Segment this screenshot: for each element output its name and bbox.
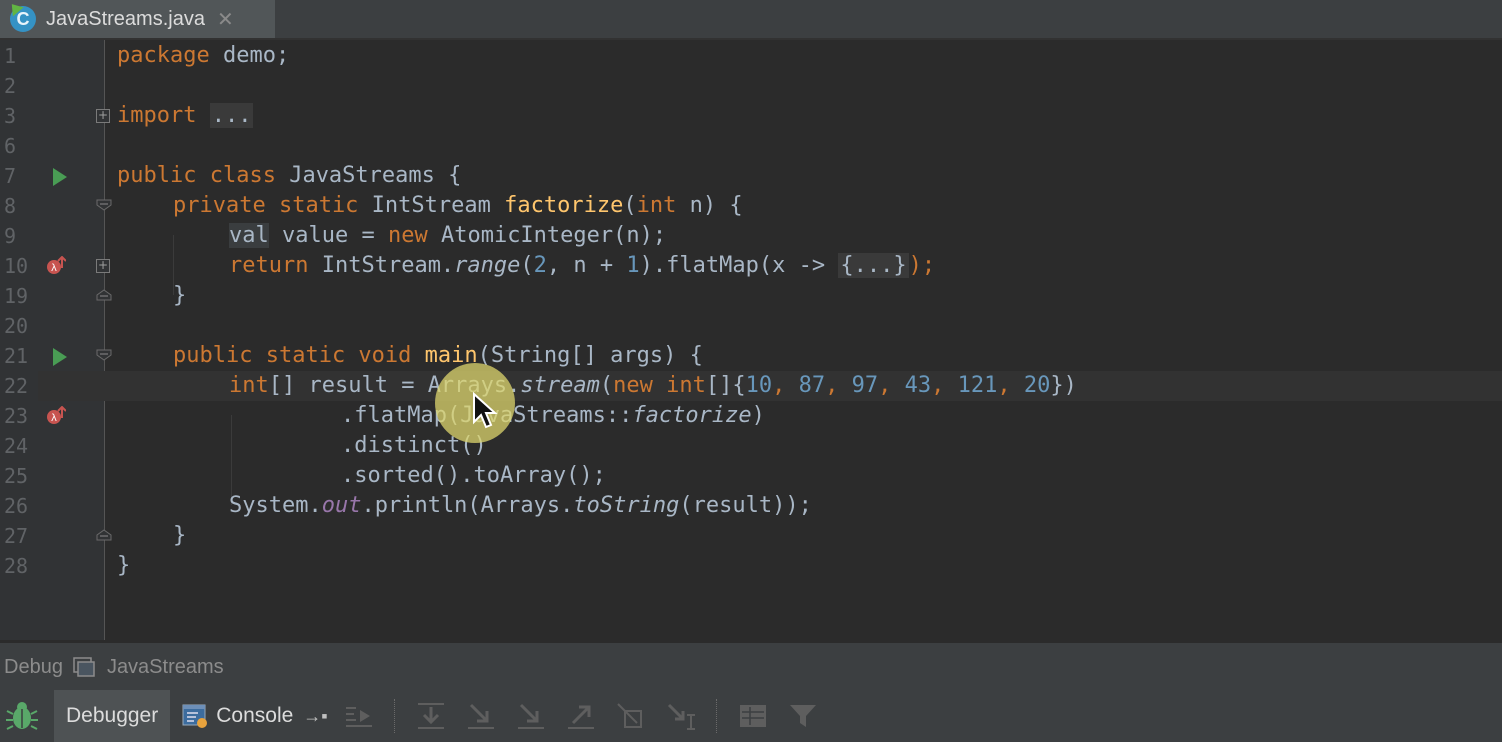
debug-toolbar: Debugger Console →▪ xyxy=(0,690,1502,742)
tab-console[interactable]: Console →▪ xyxy=(176,690,333,742)
line-number: 24 xyxy=(4,434,29,458)
line-number: 2 xyxy=(4,74,17,98)
line-number: 6 xyxy=(4,134,17,158)
code-line-current: 22 int[] result = Arrays.stream(new int[… xyxy=(0,371,1502,401)
run-to-cursor-icon[interactable] xyxy=(663,698,699,734)
code-line: 25 .sorted().toArray(); xyxy=(0,461,1502,491)
line-number: 8 xyxy=(4,194,17,218)
fold-end-icon[interactable] xyxy=(96,529,112,541)
fold-collapse-icon[interactable] xyxy=(96,199,112,211)
folded-lambda[interactable]: {...} xyxy=(838,253,909,278)
console-icon xyxy=(182,704,208,728)
step-into-icon[interactable] xyxy=(463,698,499,734)
line-number: 26 xyxy=(4,494,29,518)
filter-icon[interactable] xyxy=(785,698,821,734)
tab-label: JavaStreams.java xyxy=(46,7,205,30)
step-out-icon[interactable] xyxy=(563,698,599,734)
line-number: 21 xyxy=(4,344,29,368)
lambda-breakpoint-icon[interactable]: λ xyxy=(46,256,66,276)
run-icon[interactable] xyxy=(53,348,67,366)
step-over-icon[interactable] xyxy=(413,698,449,734)
debug-session-tab[interactable]: JavaStreams xyxy=(107,656,224,679)
code-line: 2 xyxy=(0,71,1502,101)
code-line: 21 public static void main(String[] args… xyxy=(0,341,1502,371)
mouse-pointer-icon xyxy=(473,392,498,429)
line-number: 27 xyxy=(4,524,29,548)
code-line: 1 package demo; xyxy=(0,41,1502,71)
line-number: 28 xyxy=(4,554,29,578)
force-step-into-icon[interactable] xyxy=(513,698,549,734)
java-class-icon: C xyxy=(10,6,36,32)
line-number: 10 xyxy=(4,254,29,278)
code-line: 23 λ .flatMap(JavaStreams::factorize) xyxy=(0,401,1502,431)
lambda-breakpoint-icon[interactable]: λ xyxy=(46,406,66,426)
run-icon[interactable] xyxy=(53,168,67,186)
fold-end-icon[interactable] xyxy=(96,289,112,301)
line-number: 9 xyxy=(4,224,17,248)
fold-collapse-icon[interactable] xyxy=(96,349,112,361)
line-number: 1 xyxy=(4,44,17,68)
pin-tab-icon[interactable]: →▪ xyxy=(303,706,327,727)
svg-text:λ: λ xyxy=(51,263,57,274)
editor-tab-bar: C JavaStreams.java ✕ xyxy=(0,0,1502,40)
toolbar-separator xyxy=(393,699,396,733)
code-editor[interactable]: 1 package demo; 2 3 + import ... 6 7 pub… xyxy=(0,40,1502,640)
drop-frame-icon[interactable] xyxy=(613,698,649,734)
code-line: 8 private static IntStream factorize(int… xyxy=(0,191,1502,221)
svg-text:λ: λ xyxy=(51,413,57,424)
code-line: 6 xyxy=(0,131,1502,161)
code-line: 3 + import ... xyxy=(0,101,1502,131)
bug-icon xyxy=(6,702,38,730)
code-line: 20 xyxy=(0,311,1502,341)
code-line: 26 System.out.println(Arrays.toString(re… xyxy=(0,491,1502,521)
code-line: 19 } xyxy=(0,281,1502,311)
line-number: 19 xyxy=(4,284,29,308)
show-execution-point-icon[interactable] xyxy=(341,698,377,734)
line-number: 23 xyxy=(4,404,29,428)
line-number: 22 xyxy=(0,371,38,401)
evaluate-expression-icon[interactable] xyxy=(735,698,771,734)
line-number: 7 xyxy=(4,164,17,188)
code-line: 10 λ + return IntStream.range(2, n + 1).… xyxy=(0,251,1502,281)
debug-label: Debug xyxy=(4,655,63,678)
code-line: 9 val value = new AtomicInteger(n); xyxy=(0,221,1502,251)
code-line: 28 } xyxy=(0,551,1502,581)
tab-javastreams[interactable]: C JavaStreams.java ✕ xyxy=(0,0,275,38)
debug-tool-window-header: Debug JavaStreams xyxy=(0,642,1502,692)
folded-imports[interactable]: ... xyxy=(209,103,254,128)
line-number: 20 xyxy=(4,314,29,338)
tab-debugger[interactable]: Debugger xyxy=(54,690,171,742)
debugger-tab-label: Debugger xyxy=(66,704,159,727)
fold-expand-icon[interactable]: + xyxy=(96,259,110,273)
code-line: 24 .distinct() xyxy=(0,431,1502,461)
console-tab-label: Console xyxy=(216,704,294,727)
toolbar-separator xyxy=(715,699,718,733)
close-icon[interactable]: ✕ xyxy=(217,7,234,32)
code-line: 27 } xyxy=(0,521,1502,551)
debug-session-icon xyxy=(73,657,95,677)
fold-expand-icon[interactable]: + xyxy=(96,109,110,123)
code-line: 7 public class JavaStreams { xyxy=(0,161,1502,191)
line-number: 25 xyxy=(4,464,29,488)
line-number: 3 xyxy=(4,104,17,128)
